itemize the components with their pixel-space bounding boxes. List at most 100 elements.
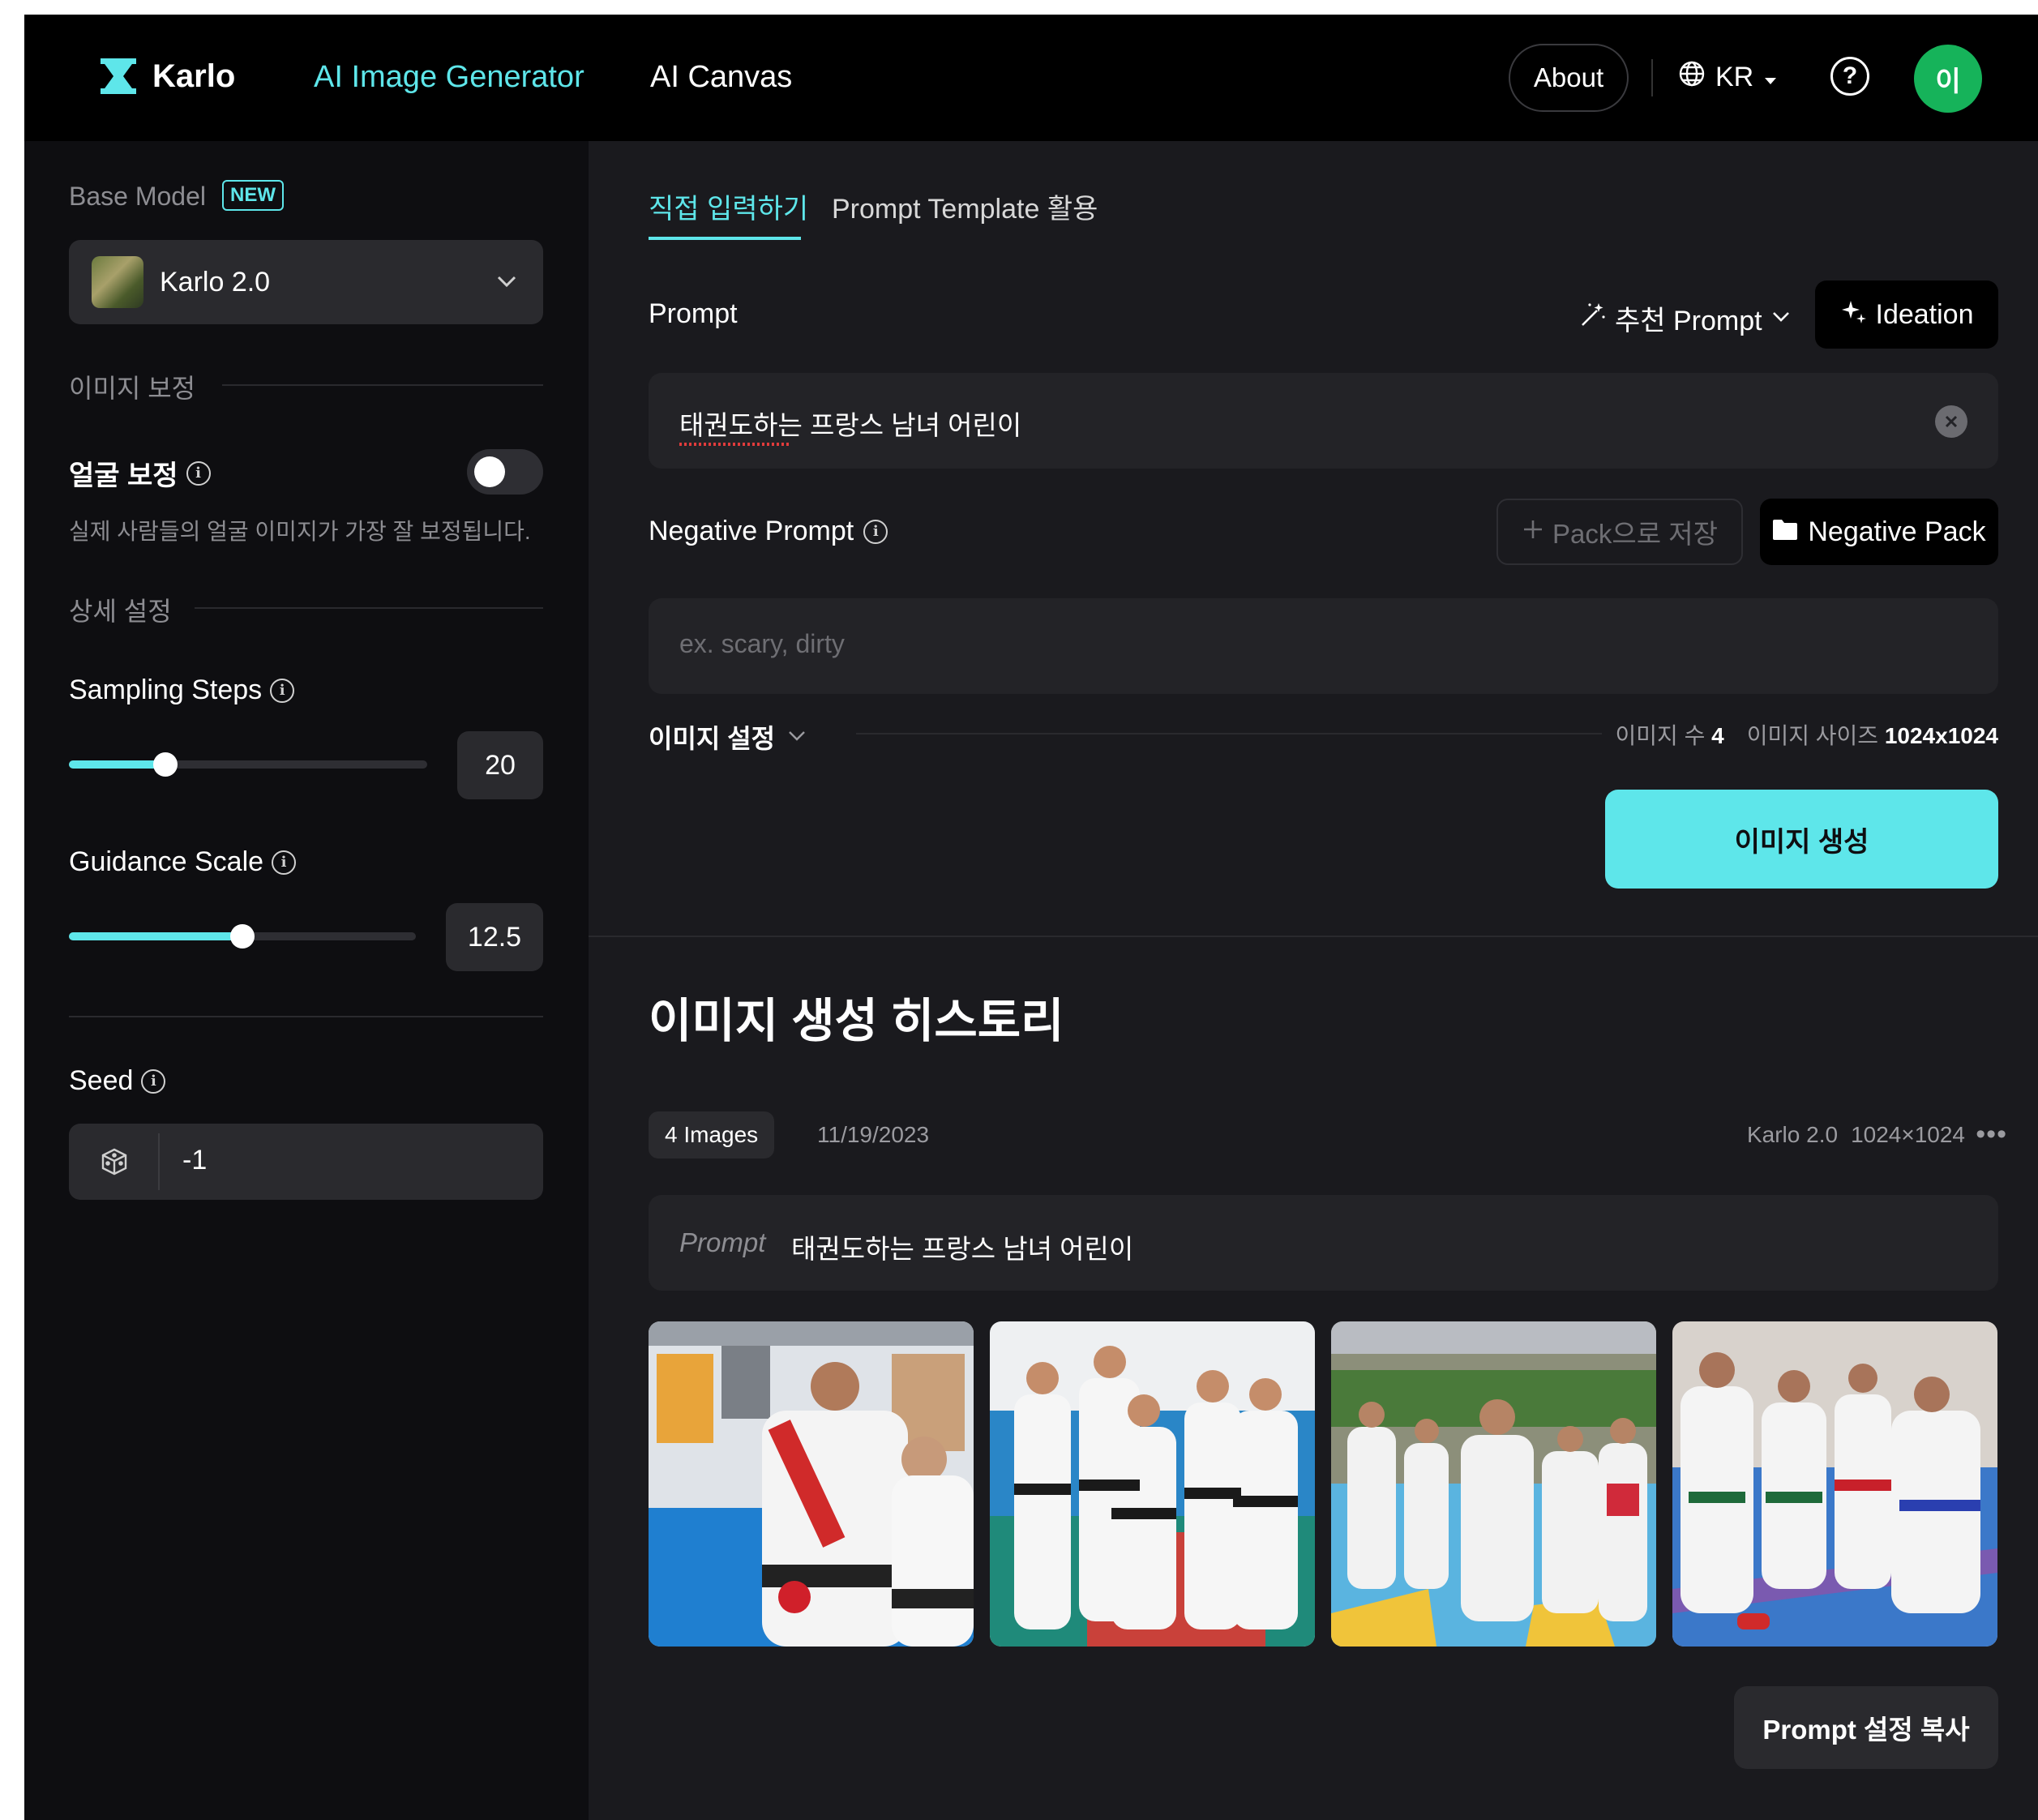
model-name: Karlo 2.0 [160,266,271,298]
slider-handle[interactable] [153,752,178,777]
nav-ai-image-generator[interactable]: AI Image Generator [314,60,584,95]
guidance-scale-slider[interactable] [69,924,416,949]
chevron-down-icon [786,722,807,752]
tab-direct-input[interactable]: 직접 입력하기 [649,186,808,226]
generated-image-2[interactable] [990,1321,1315,1647]
history-meta: Karlo 2.0 1024×1024 [1747,1122,1965,1148]
prompt-label: Prompt [649,298,738,329]
user-avatar[interactable]: 이 [1914,45,1982,113]
image-settings-toggle[interactable]: 이미지 설정 [649,718,807,756]
language-selector[interactable]: KR [1678,60,1778,95]
top-navigation-bar: Karlo AI Image Generator AI Canvas About… [24,15,2038,141]
generated-images-grid [649,1321,1997,1647]
help-icon[interactable]: ? [1830,57,1869,96]
seed-input[interactable]: -1 [69,1124,543,1200]
generated-image-1[interactable] [649,1321,974,1647]
generated-image-4[interactable] [1672,1321,1997,1647]
save-as-pack-label: Pack으로 저장 [1552,519,1718,549]
toggle-knob [474,456,505,487]
seed-label-row: Seed i [69,1065,166,1097]
history-prompt-text: 태권도하는 프랑스 남녀 어린이 [791,1234,1134,1264]
guidance-scale-value[interactable]: 12.5 [446,903,543,971]
face-correction-label-row: 얼굴 보정 i [69,453,211,493]
prompt-input[interactable]: 태권도하는 프랑스 남녀 어린이 [649,373,1998,469]
info-icon[interactable]: i [272,850,297,875]
copy-prompt-settings-button[interactable]: Prompt 설정 복사 [1734,1686,1998,1769]
base-model-select[interactable]: Karlo 2.0 [69,240,543,324]
section-divider [589,936,2038,937]
chevron-down-icon [1770,302,1792,334]
karlo-logo[interactable]: Karlo [99,57,235,96]
slider-handle[interactable] [230,924,255,949]
image-correction-heading: 이미지 보정 [69,374,196,403]
caret-down-icon [1763,62,1778,93]
model-thumbnail [92,256,143,308]
guidance-scale-label: Guidance Scale [69,846,264,877]
guidance-scale-label-row: Guidance Scale i [69,846,297,878]
history-date: 11/19/2023 [817,1122,930,1147]
new-badge: NEW [222,180,284,211]
info-icon[interactable]: i [270,678,295,703]
language-label: KR [1715,62,1754,92]
info-icon[interactable]: i [186,460,211,486]
app-window: Karlo AI Image Generator AI Canvas About… [24,15,2038,1820]
recommended-prompt-dropdown[interactable]: 추천 Prompt [1579,298,1792,338]
about-button[interactable]: About [1509,44,1629,112]
generated-image-3[interactable] [1331,1321,1656,1647]
negative-prompt-label: Negative Prompt [649,516,854,546]
prompt-input-value: 태권도하는 프랑스 남녀 어린이 [679,410,1022,440]
ideation-label: Ideation [1875,298,1974,330]
detail-settings-heading: 상세 설정 [69,597,172,626]
sampling-steps-label: Sampling Steps [69,674,263,705]
generate-image-button[interactable]: 이미지 생성 [1605,790,1998,889]
more-options-icon[interactable]: ••• [1976,1119,2007,1150]
header-divider [1651,59,1653,96]
brand-name: Karlo [152,58,236,94]
negative-prompt-input[interactable]: ex. scary, dirty [649,598,1998,694]
slider-fill [69,932,242,940]
section-divider [195,607,543,609]
nav-ai-canvas[interactable]: AI Canvas [650,60,792,95]
history-prompt-label: Prompt [679,1227,766,1257]
sparkle-icon [1840,298,1868,332]
settings-divider [856,733,1602,734]
face-correction-label: 얼굴 보정 [69,460,178,491]
history-prompt-card: Prompt 태권도하는 프랑스 남녀 어린이 [649,1195,1998,1291]
spellcheck-underline [679,443,790,446]
settings-sidebar: Base Model NEW Karlo 2.0 이미지 보정 얼굴 보정 i … [24,141,589,1820]
section-divider [222,384,543,386]
globe-icon [1678,60,1706,95]
clear-icon[interactable] [1935,405,1967,438]
sampling-steps-value[interactable]: 20 [457,731,543,799]
ideation-button[interactable]: Ideation [1815,280,1998,349]
info-icon[interactable]: i [863,519,888,544]
base-model-label: Base Model [69,182,206,211]
negative-prompt-label-row: Negative Prompt i [649,516,888,547]
slider-fill [69,760,166,769]
tab-prompt-template[interactable]: Prompt Template 활용 [832,186,1098,226]
active-tab-indicator [649,237,801,240]
chevron-down-icon [495,269,519,298]
magic-wand-icon [1579,301,1607,336]
karlo-logo-icon [99,57,138,96]
history-title: 이미지 생성 히스토리 [649,995,1064,1047]
image-count: 이미지 수 4 [1615,723,1724,748]
negative-pack-label: Negative Pack [1808,516,1986,547]
seed-value: -1 [182,1145,208,1176]
image-settings-label: 이미지 설정 [649,724,776,753]
dice-icon[interactable] [100,1147,129,1180]
main-panel: 직접 입력하기 Prompt Template 활용 Prompt 추천 Pro… [589,141,2038,1820]
negative-pack-button[interactable]: Negative Pack [1760,499,1998,565]
section-divider [69,1016,543,1017]
folder-icon [1772,516,1798,548]
face-correction-description: 실제 사람들의 얼굴 이미지가 가장 잘 보정됩니다. [69,519,531,544]
face-correction-toggle[interactable] [467,449,543,495]
info-icon[interactable]: i [141,1068,166,1094]
image-settings-summary: 이미지 수 4 이미지 사이즈 1024x1024 [1616,718,1998,751]
seed-label: Seed [69,1065,134,1096]
recommended-prompt-label: 추천 Prompt [1615,306,1762,336]
image-size: 이미지 사이즈 1024x1024 [1746,723,1998,748]
save-as-pack-button[interactable]: Pack으로 저장 [1496,499,1743,565]
plus-icon [1522,516,1544,547]
sampling-steps-slider[interactable] [69,752,427,777]
